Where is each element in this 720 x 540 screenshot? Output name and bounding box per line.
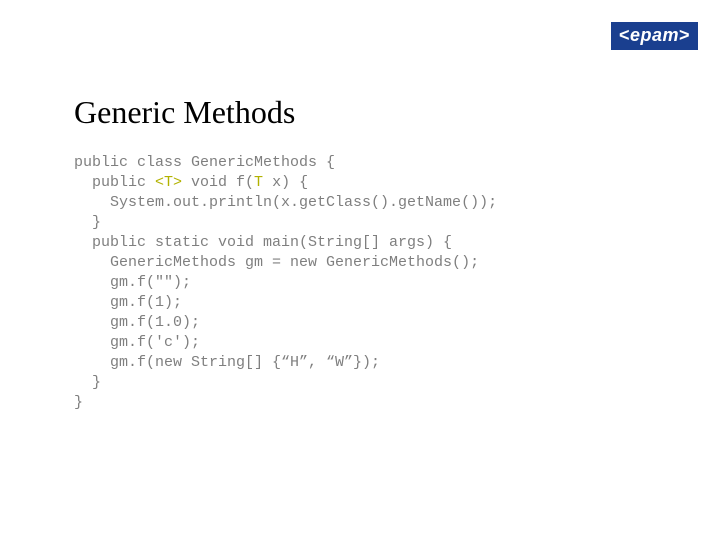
code-line-frag: void f( xyxy=(182,174,254,191)
code-line: GenericMethods gm = new GenericMethods()… xyxy=(74,254,479,271)
code-line: gm.f(1); xyxy=(74,294,182,311)
code-line: gm.f(""); xyxy=(74,274,191,291)
code-line: } xyxy=(74,374,101,391)
logo-text: epam xyxy=(630,25,679,45)
epam-logo: <epam> xyxy=(611,22,698,50)
code-type-param: <T> xyxy=(155,174,182,191)
code-line-frag: public xyxy=(74,174,155,191)
code-line: public class GenericMethods { xyxy=(74,154,335,171)
code-line: } xyxy=(74,394,83,411)
code-line: } xyxy=(74,214,101,231)
page-title: Generic Methods xyxy=(74,94,670,131)
code-line: System.out.println(x.getClass().getName(… xyxy=(74,194,497,211)
code-block: public class GenericMethods { public <T>… xyxy=(74,153,670,413)
code-line: gm.f(1.0); xyxy=(74,314,200,331)
code-line: gm.f('c'); xyxy=(74,334,200,351)
code-line: gm.f(new String[] {“H”, “W”}); xyxy=(74,354,380,371)
code-type-ref: T xyxy=(254,174,263,191)
logo-open-bracket: < xyxy=(619,25,630,45)
code-line-frag: x) { xyxy=(263,174,308,191)
logo-close-bracket: > xyxy=(679,25,690,45)
slide-content: Generic Methods public class GenericMeth… xyxy=(74,94,670,413)
code-line: public static void main(String[] args) { xyxy=(74,234,452,251)
